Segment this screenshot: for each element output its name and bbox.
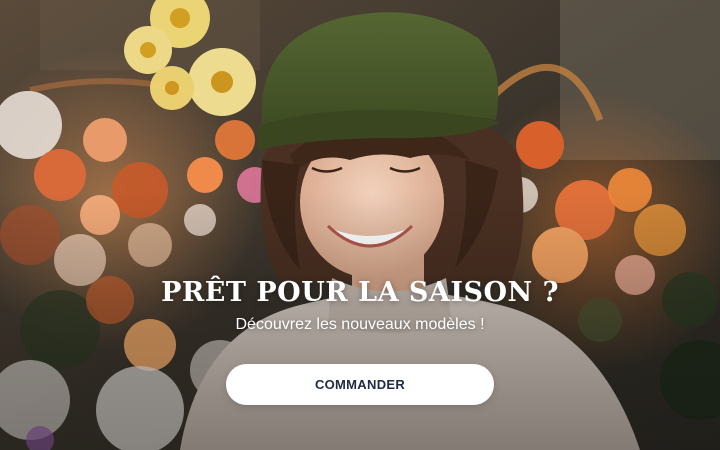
promo-banner[interactable]: PRÊT POUR LA SAISON ? Découvrez les nouv… [0, 0, 720, 450]
banner-subheadline: Découvrez les nouveaux modèles ! [235, 316, 485, 333]
banner-headline: PRÊT POUR LA SAISON ? [161, 277, 559, 308]
order-button[interactable]: COMMANDER [226, 364, 494, 405]
